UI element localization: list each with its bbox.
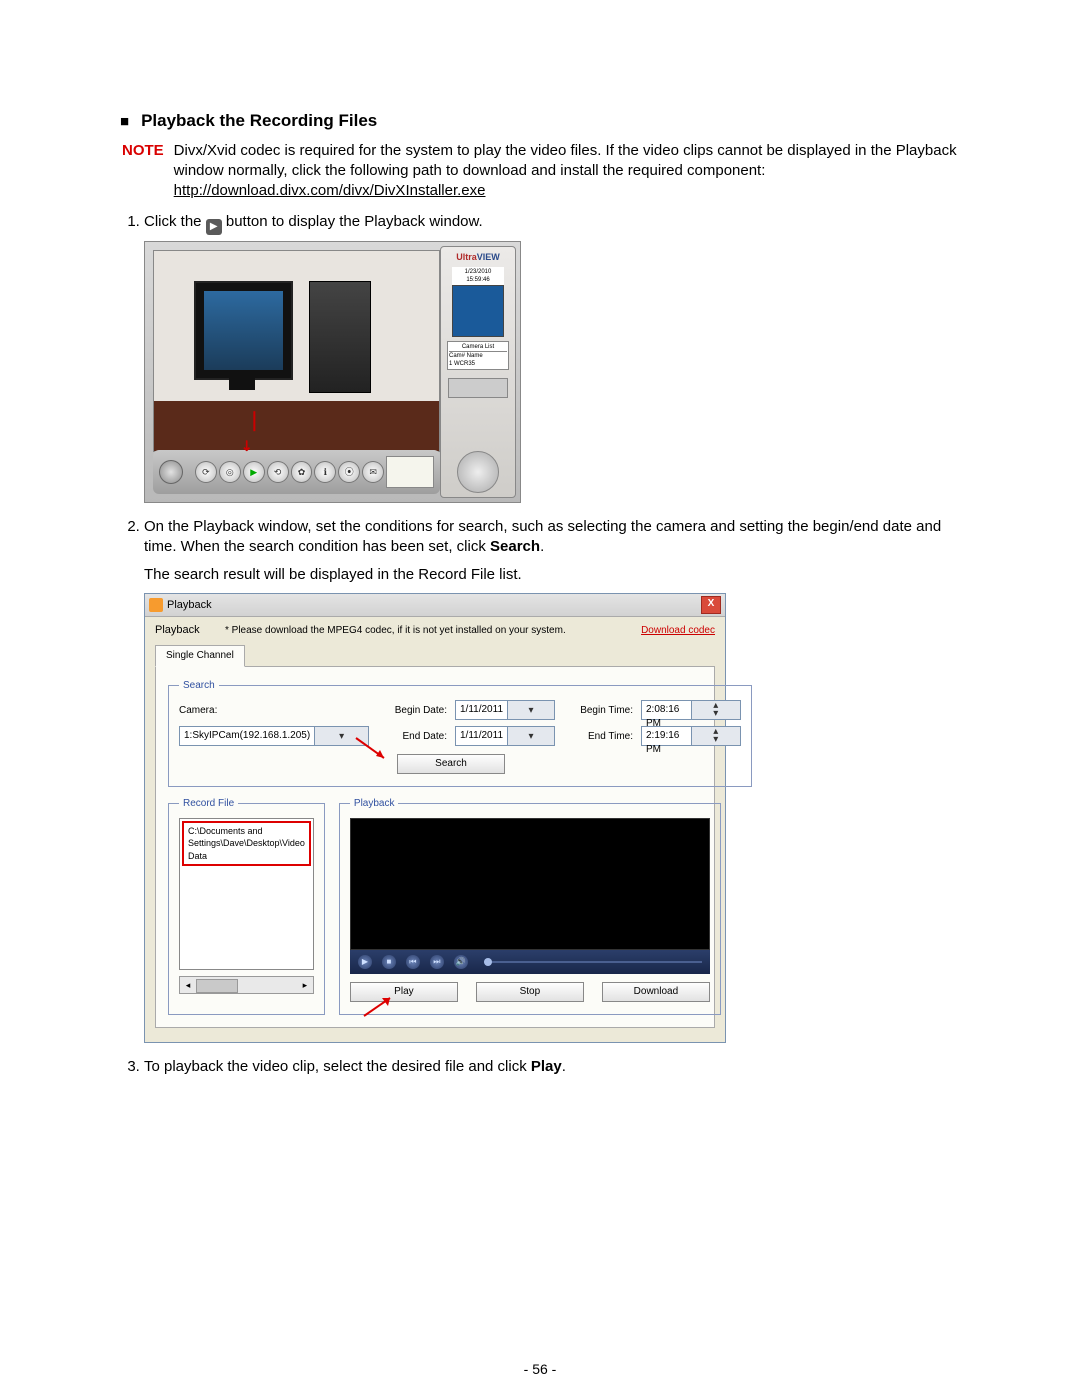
uv-jog-dial[interactable] <box>457 451 499 493</box>
search-fieldset: Search Camera: Begin Date: 1/11/2011▾ Be… <box>168 679 752 787</box>
playback-label: Playback <box>155 623 215 638</box>
transport-prev-icon[interactable]: ⏮ <box>406 955 420 969</box>
stop-button[interactable]: Stop <box>476 982 584 1002</box>
camera-dropdown[interactable]: 1:SkyIPCam(192.168.1.205)▾ <box>179 726 369 746</box>
step1-text-pre: Click the <box>144 213 206 230</box>
chevron-down-icon[interactable]: ▾ <box>507 701 554 719</box>
note-text: Divx/Xvid codec is required for the syst… <box>174 142 957 179</box>
uv-side-panel: UltraVIEW 1/23/2010 15:59:46 Camera List… <box>440 246 516 498</box>
step3-text: To playback the video clip, select the d… <box>144 1058 531 1075</box>
uv-btn-4[interactable]: ⟲ <box>267 461 289 483</box>
begin-time-field[interactable]: 2:08:16 PM▴▾ <box>641 700 741 720</box>
uv-preview-timestamp: 1/23/2010 15:59:46 <box>452 267 504 285</box>
dialog-app-icon <box>149 598 163 612</box>
spinner-icon[interactable]: ▴▾ <box>691 701 741 719</box>
tab-single-channel[interactable]: Single Channel <box>155 645 245 667</box>
dialog-title: Playback <box>167 598 701 613</box>
horizontal-scrollbar[interactable]: ◂ ▸ <box>179 976 314 994</box>
page-number: - 56 - <box>0 1360 1080 1379</box>
dialog-titlebar: Playback X <box>145 594 725 617</box>
begin-date-label: Begin Date: <box>377 704 447 718</box>
scroll-left-icon[interactable]: ◂ <box>180 979 196 991</box>
playback-fieldset: Playback ▶ ■ ⏮ ⏭ 🔊 <box>339 797 721 1015</box>
camera-view <box>153 250 440 452</box>
note-download-link[interactable]: http://download.divx.com/divx/DivXInstal… <box>174 182 486 199</box>
step1-text-post: button to display the Playback window. <box>226 213 483 230</box>
screenshot-playback-dialog: Playback X Playback * Please download th… <box>144 593 726 1042</box>
step3-bold: Play <box>531 1058 562 1075</box>
red-arrow-icon <box>354 736 394 766</box>
step2-after: The search result will be displayed in t… <box>144 565 960 585</box>
transport-bar: ▶ ■ ⏮ ⏭ 🔊 <box>350 950 710 974</box>
download-codec-link[interactable]: Download codec <box>641 624 715 638</box>
begin-time-label: Begin Time: <box>563 704 633 718</box>
begin-date-field[interactable]: 1/11/2011▾ <box>455 700 555 720</box>
uv-btn-8[interactable]: ✉ <box>362 461 384 483</box>
record-file-list[interactable]: C:\Documents and Settings\Dave\Desktop\V… <box>179 818 314 970</box>
uv-btn-6[interactable]: ℹ <box>314 461 336 483</box>
uv-toolbar: ⟳ ◎ ▶ ⟲ ✿ ℹ ⦿ ✉ <box>153 450 440 494</box>
download-button[interactable]: Download <box>602 982 710 1002</box>
note-body: Divx/Xvid codec is required for the syst… <box>174 141 960 202</box>
note-label: NOTE <box>122 141 164 202</box>
step2-bold: Search <box>490 538 540 555</box>
camera-label: Camera: <box>179 704 369 718</box>
close-button[interactable]: X <box>701 596 721 614</box>
recordfile-legend: Record File <box>179 797 238 811</box>
transport-stop-icon[interactable]: ■ <box>382 955 396 969</box>
end-time-label: End Time: <box>563 730 633 744</box>
step2-text: On the Playback window, set the conditio… <box>144 518 941 555</box>
spinner-icon[interactable]: ▴▾ <box>691 727 741 745</box>
uv-btn-2[interactable]: ◎ <box>219 461 241 483</box>
uv-btn-7[interactable]: ⦿ <box>338 461 360 483</box>
video-area <box>350 818 710 950</box>
uv-camera-list: Camera List Cam# Name 1 WCR35 <box>447 341 509 370</box>
chevron-down-icon[interactable]: ▾ <box>507 727 554 745</box>
list-item[interactable]: C:\Documents and Settings\Dave\Desktop\V… <box>182 821 311 865</box>
playback-legend: Playback <box>350 797 399 811</box>
power-button[interactable] <box>159 460 183 484</box>
end-time-field[interactable]: 2:19:16 PM▴▾ <box>641 726 741 746</box>
transport-next-icon[interactable]: ⏭ <box>430 955 444 969</box>
monitor-icon <box>194 281 293 380</box>
transport-slider[interactable] <box>484 961 702 963</box>
pc-tower-icon <box>309 281 371 393</box>
screenshot-ultraview: UltraVIEW 1/23/2010 15:59:46 Camera List… <box>144 241 521 503</box>
uv-btn-5[interactable]: ✿ <box>291 461 313 483</box>
codec-message: * Please download the MPEG4 codec, if it… <box>225 624 631 638</box>
uv-logo: UltraVIEW <box>456 251 500 263</box>
search-button[interactable]: Search <box>397 754 505 774</box>
heading-bullet: ■ <box>120 112 129 132</box>
end-date-field[interactable]: 1/11/2011▾ <box>455 726 555 746</box>
page-title: Playback the Recording Files <box>141 110 377 133</box>
red-arrow-icon <box>362 994 402 1020</box>
transport-play-icon[interactable]: ▶ <box>358 955 372 969</box>
uv-preview-icon <box>452 285 504 337</box>
search-legend: Search <box>179 679 219 693</box>
recordfile-fieldset: Record File C:\Documents and Settings\Da… <box>168 797 325 1015</box>
scroll-right-icon[interactable]: ▸ <box>297 979 313 991</box>
uv-btn-1[interactable]: ⟳ <box>195 461 217 483</box>
uv-play-button[interactable]: ▶ <box>243 461 265 483</box>
uv-layout-panel[interactable] <box>386 456 434 488</box>
transport-vol-icon[interactable]: 🔊 <box>454 955 468 969</box>
playback-icon: ▶ <box>206 219 222 235</box>
